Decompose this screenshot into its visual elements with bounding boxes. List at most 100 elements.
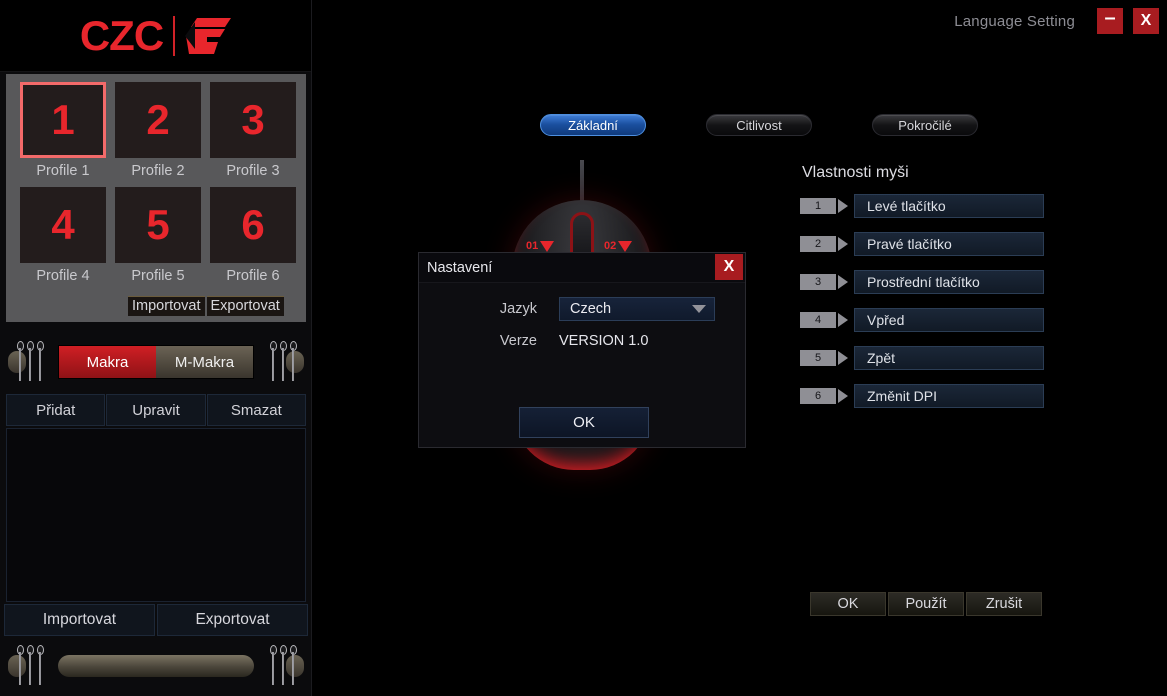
profile-io-buttons: Importovat Exportovat (128, 296, 284, 316)
language-select-value: Czech (570, 301, 612, 317)
property-row: 1 Levé tlačítko (800, 194, 1050, 218)
language-select[interactable]: Czech (559, 297, 715, 321)
dialog-close-button[interactable]: X (715, 254, 743, 280)
property-row: 3 Prostřední tlačítko (800, 270, 1050, 294)
dialog-body: Jazyk Czech Verze VERSION 1.0 OK (419, 283, 745, 447)
profile-label-5: Profile 5 (131, 268, 185, 284)
profile-cell: 4 Profile 4 (20, 187, 106, 292)
triangle-down-icon (540, 240, 555, 252)
pins-icon (16, 645, 44, 685)
triangle-down-icon (618, 240, 633, 252)
dialog-titlebar: Nastavení X (419, 253, 745, 283)
logo-bar: CZC (0, 0, 311, 72)
property-row: 6 Změnit DPI (800, 384, 1050, 408)
mouse-properties-title: Vlastnosti myši (802, 164, 909, 181)
strip-decoration-left (6, 643, 58, 689)
profile-label-1: Profile 1 (36, 163, 90, 179)
profile-label-4: Profile 4 (36, 268, 90, 284)
export-button[interactable]: Exportovat (157, 604, 308, 636)
arrow-right-icon (838, 389, 848, 403)
tab-makra[interactable]: Makra (59, 346, 156, 378)
pins-icon (269, 341, 297, 381)
strip-decoration-right (254, 643, 306, 689)
import-export-row: Importovat Exportovat (4, 604, 308, 636)
profile-label-6: Profile 6 (226, 268, 280, 284)
language-setting-link[interactable]: Language Setting (954, 13, 1087, 30)
arrow-right-icon (838, 275, 848, 289)
brand-logo-text: CZC (79, 11, 164, 59)
bottom-decoration (6, 640, 306, 692)
profile-tile-5[interactable]: 5 (115, 187, 201, 263)
profile-export-button[interactable]: Exportovat (206, 296, 284, 316)
profile-cell: 1 Profile 1 (20, 82, 106, 187)
macro-tabs: Makra M-Makra (58, 345, 254, 379)
chevron-down-icon (692, 305, 706, 313)
ok-button[interactable]: OK (810, 592, 886, 616)
strip-decoration-right (254, 339, 306, 385)
property-button-3[interactable]: Prostřední tlačítko (854, 270, 1044, 294)
profile-cell: 3 Profile 3 (210, 82, 296, 187)
close-button[interactable]: X (1133, 8, 1159, 34)
settings-dialog: Nastavení X Jazyk Czech Verze VERSION 1.… (418, 252, 746, 448)
cancel-button[interactable]: Zrušit (966, 592, 1042, 616)
arrow-right-icon (838, 351, 848, 365)
pins-icon (16, 341, 44, 381)
arrow-right-icon (838, 313, 848, 327)
property-button-1[interactable]: Levé tlačítko (854, 194, 1044, 218)
property-button-5[interactable]: Zpět (854, 346, 1044, 370)
import-button[interactable]: Importovat (4, 604, 155, 636)
window-controls: Language Setting – X (954, 8, 1159, 34)
property-row: 2 Pravé tlačítko (800, 232, 1050, 256)
edit-macro-button[interactable]: Upravit (106, 394, 206, 426)
macro-action-buttons: Přidat Upravit Smazat (6, 394, 306, 426)
profile-tile-2[interactable]: 2 (115, 82, 201, 158)
macro-tab-strip: Makra M-Makra (6, 336, 306, 388)
property-index-4: 4 (800, 312, 836, 328)
profile-tile-4[interactable]: 4 (20, 187, 106, 263)
tab-pokrocile[interactable]: Pokročilé (872, 114, 978, 136)
dialog-ok-button[interactable]: OK (519, 407, 649, 438)
profile-cell: 2 Profile 2 (115, 82, 201, 187)
tab-citlivost[interactable]: Citlivost (706, 114, 812, 136)
property-button-6[interactable]: Změnit DPI (854, 384, 1044, 408)
profile-cell: 5 Profile 5 (115, 187, 201, 292)
profile-tile-1[interactable]: 1 (20, 82, 106, 158)
macro-list[interactable] (6, 428, 306, 602)
dialog-title: Nastavení (427, 259, 493, 276)
version-value: VERSION 1.0 (559, 333, 649, 349)
profile-cell: 6 Profile 6 (210, 187, 296, 292)
language-row: Jazyk Czech (419, 297, 745, 321)
tab-m-makra[interactable]: M-Makra (156, 346, 253, 378)
gaming-g-icon (185, 17, 232, 54)
property-index-5: 5 (800, 350, 836, 366)
pins-icon (269, 645, 297, 685)
arrow-right-icon (838, 199, 848, 213)
add-macro-button[interactable]: Přidat (6, 394, 106, 426)
minimize-button[interactable]: – (1097, 8, 1123, 34)
profile-tile-6[interactable]: 6 (210, 187, 296, 263)
delete-macro-button[interactable]: Smazat (206, 394, 306, 426)
strip-decoration-left (6, 339, 58, 385)
profile-label-2: Profile 2 (131, 163, 185, 179)
profile-import-button[interactable]: Importovat (128, 296, 205, 316)
mouse-properties-panel: Vlastnosti myši 1 Levé tlačítko 2 Pravé … (800, 164, 1050, 422)
profile-tile-3[interactable]: 3 (210, 82, 296, 158)
arrow-right-icon (838, 237, 848, 251)
property-button-2[interactable]: Pravé tlačítko (854, 232, 1044, 256)
decorative-bar (58, 655, 254, 677)
language-label: Jazyk (499, 301, 537, 317)
property-index-6: 6 (800, 388, 836, 404)
property-row: 5 Zpět (800, 346, 1050, 370)
profile-grid: 1 Profile 1 2 Profile 2 3 Profile 3 4 Pr… (20, 82, 296, 292)
logo-divider (173, 15, 176, 56)
sidebar: CZC 1 Profile 1 2 Profile 2 3 Profile 3 … (0, 0, 312, 696)
action-buttons: OK Použít Zrušit (810, 592, 1042, 616)
property-button-4[interactable]: Vpřed (854, 308, 1044, 332)
version-label: Verze (499, 333, 537, 349)
tab-zakladni[interactable]: Základní (540, 114, 646, 136)
apply-button[interactable]: Použít (888, 592, 964, 616)
profiles-panel: 1 Profile 1 2 Profile 2 3 Profile 3 4 Pr… (6, 74, 306, 322)
main-tabs: Základní Citlivost Pokročilé (540, 114, 978, 136)
profile-label-3: Profile 3 (226, 163, 280, 179)
property-index-3: 3 (800, 274, 836, 290)
